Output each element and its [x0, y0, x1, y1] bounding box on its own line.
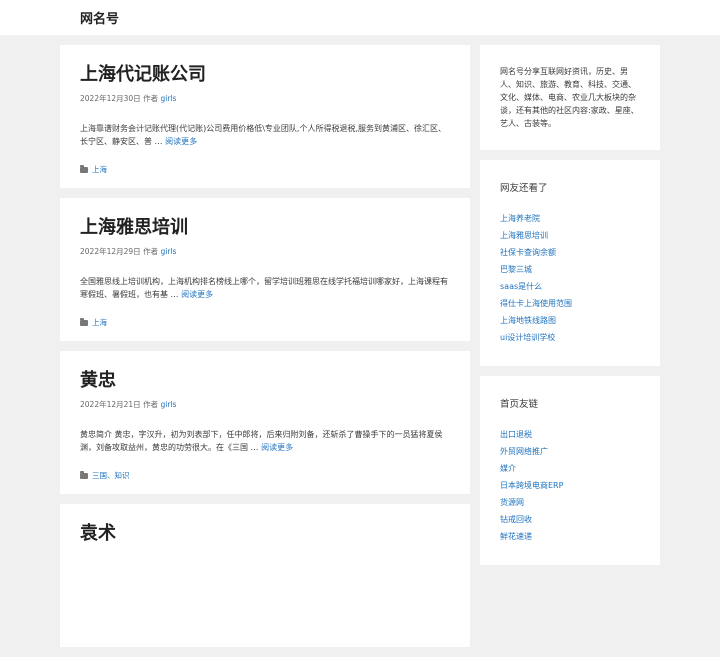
category-link[interactable]: 上海: [92, 317, 107, 328]
folder-icon: [80, 164, 88, 173]
post-date[interactable]: 2022年12月30日: [80, 94, 141, 103]
excerpt-text: 上海靠谱财务会计记账代理(代记账)公司费用价格低\专业团队,个人所得税退税,服务…: [80, 124, 447, 146]
post-meta: 2022年12月29日 作者 girls: [80, 246, 450, 257]
post-date[interactable]: 2022年12月29日: [80, 247, 141, 256]
read-more-link[interactable]: 阅读更多: [181, 290, 213, 299]
list-item: saas是什么: [500, 278, 640, 295]
read-more-link[interactable]: 阅读更多: [165, 137, 197, 146]
post-title[interactable]: 上海代记账公司: [80, 63, 450, 87]
post-date[interactable]: 2022年12月21日: [80, 400, 141, 409]
list-item: 上海地铁线路图: [500, 312, 640, 329]
list-item: 媒介: [500, 460, 640, 477]
post-title[interactable]: 上海雅思培训: [80, 216, 450, 240]
list-item: 巴黎三城: [500, 261, 640, 278]
post-meta: 2022年12月30日 作者 girls: [80, 93, 450, 104]
also-viewed-link[interactable]: 上海养老院: [500, 214, 540, 223]
list-item: 得仕卡上海使用范围: [500, 295, 640, 312]
author-prefix: 作者: [143, 400, 159, 409]
author-prefix: 作者: [143, 247, 159, 256]
friend-links-widget: 首页友链 出口退税 外贸网络推广 媒介 日本跨境电商ERP 货源网 钻戒回收 鲜…: [480, 376, 660, 565]
list-item: 上海养老院: [500, 210, 640, 227]
friend-link[interactable]: 货源网: [500, 498, 524, 507]
post-categories: 上海: [80, 317, 450, 328]
author-prefix: 作者: [143, 94, 159, 103]
also-viewed-link[interactable]: 上海地铁线路图: [500, 316, 556, 325]
post-card: 袁术: [60, 504, 470, 647]
also-viewed-link[interactable]: 社保卡查询余额: [500, 248, 556, 257]
post-categories: 三国、知识: [80, 470, 450, 481]
also-viewed-list: 上海养老院 上海雅思培训 社保卡查询余额 巴黎三城 saas是什么 得仕卡上海使…: [500, 210, 640, 346]
post-meta: 2022年12月21日 作者 girls: [80, 399, 450, 410]
site-title[interactable]: 网名号: [80, 8, 119, 27]
post-excerpt: 全国雅思线上培训机构，上海机构排名榜线上哪个，留学培训班雅思在线学托福培训哪家好…: [80, 275, 450, 301]
folder-icon: [80, 470, 88, 479]
also-viewed-widget: 网友还看了 上海养老院 上海雅思培训 社保卡查询余额 巴黎三城 saas是什么 …: [480, 160, 660, 366]
main-content: 上海代记账公司 2022年12月30日 作者 girls 上海靠谱财务会计记账代…: [60, 45, 470, 657]
post-excerpt: 上海靠谱财务会计记账代理(代记账)公司费用价格低\专业团队,个人所得税退税,服务…: [80, 122, 450, 148]
about-widget: 网名号分享互联网好资讯，历史、男人、知识、旅游、教育、科技、交通、文化、媒体、电…: [480, 45, 660, 150]
list-item: 外贸网络推广: [500, 443, 640, 460]
post-card: 上海雅思培训 2022年12月29日 作者 girls 全国雅思线上培训机构，上…: [60, 198, 470, 341]
also-viewed-link[interactable]: saas是什么: [500, 282, 542, 291]
post-author[interactable]: girls: [160, 400, 176, 409]
friend-link[interactable]: 媒介: [500, 464, 516, 473]
also-viewed-link[interactable]: 上海雅思培训: [500, 231, 548, 240]
list-item: 货源网: [500, 494, 640, 511]
folder-icon: [80, 317, 88, 326]
friend-link[interactable]: 日本跨境电商ERP: [500, 481, 563, 490]
post-author[interactable]: girls: [160, 94, 176, 103]
also-viewed-link[interactable]: 得仕卡上海使用范围: [500, 299, 572, 308]
about-text: 网名号分享互联网好资讯，历史、男人、知识、旅游、教育、科技、交通、文化、媒体、电…: [500, 67, 639, 128]
also-viewed-link[interactable]: 巴黎三城: [500, 265, 532, 274]
post-card: 上海代记账公司 2022年12月30日 作者 girls 上海靠谱财务会计记账代…: [60, 45, 470, 188]
list-item: 日本跨境电商ERP: [500, 477, 640, 494]
friend-link[interactable]: 钻戒回收: [500, 515, 532, 524]
friend-links-list: 出口退税 外贸网络推广 媒介 日本跨境电商ERP 货源网 钻戒回收 鲜花速递: [500, 426, 640, 545]
post-categories: 上海: [80, 164, 450, 175]
excerpt-text: 全国雅思线上培训机构，上海机构排名榜线上哪个，留学培训班雅思在线学托福培训哪家好…: [80, 277, 448, 299]
post-author[interactable]: girls: [160, 247, 176, 256]
post-title[interactable]: 黄忠: [80, 369, 450, 393]
list-item: ui设计培训学校: [500, 329, 640, 346]
friend-link[interactable]: 外贸网络推广: [500, 447, 548, 456]
list-item: 出口退税: [500, 426, 640, 443]
post-excerpt: 黄忠简介 黄忠，字汉升，初为刘表部下，任中郎将，后来归附刘备，还斩杀了曹操手下的…: [80, 428, 450, 454]
list-item: 上海雅思培训: [500, 227, 640, 244]
category-link[interactable]: 上海: [92, 164, 107, 175]
site-header: 网名号: [0, 0, 720, 35]
post-card: 黄忠 2022年12月21日 作者 girls 黄忠简介 黄忠，字汉升，初为刘表…: [60, 351, 470, 494]
friend-link[interactable]: 出口退税: [500, 430, 532, 439]
list-item: 社保卡查询余额: [500, 244, 640, 261]
list-item: 鲜花速递: [500, 528, 640, 545]
also-viewed-link[interactable]: ui设计培训学校: [500, 333, 555, 342]
widget-title: 网友还看了: [500, 183, 548, 194]
read-more-link[interactable]: 阅读更多: [261, 443, 293, 452]
post-title[interactable]: 袁术: [80, 522, 450, 546]
list-item: 钻戒回收: [500, 511, 640, 528]
sidebar: 网名号分享互联网好资讯，历史、男人、知识、旅游、教育、科技、交通、文化、媒体、电…: [480, 45, 660, 575]
category-link[interactable]: 三国、知识: [92, 470, 130, 481]
widget-title: 首页友链: [500, 399, 539, 410]
